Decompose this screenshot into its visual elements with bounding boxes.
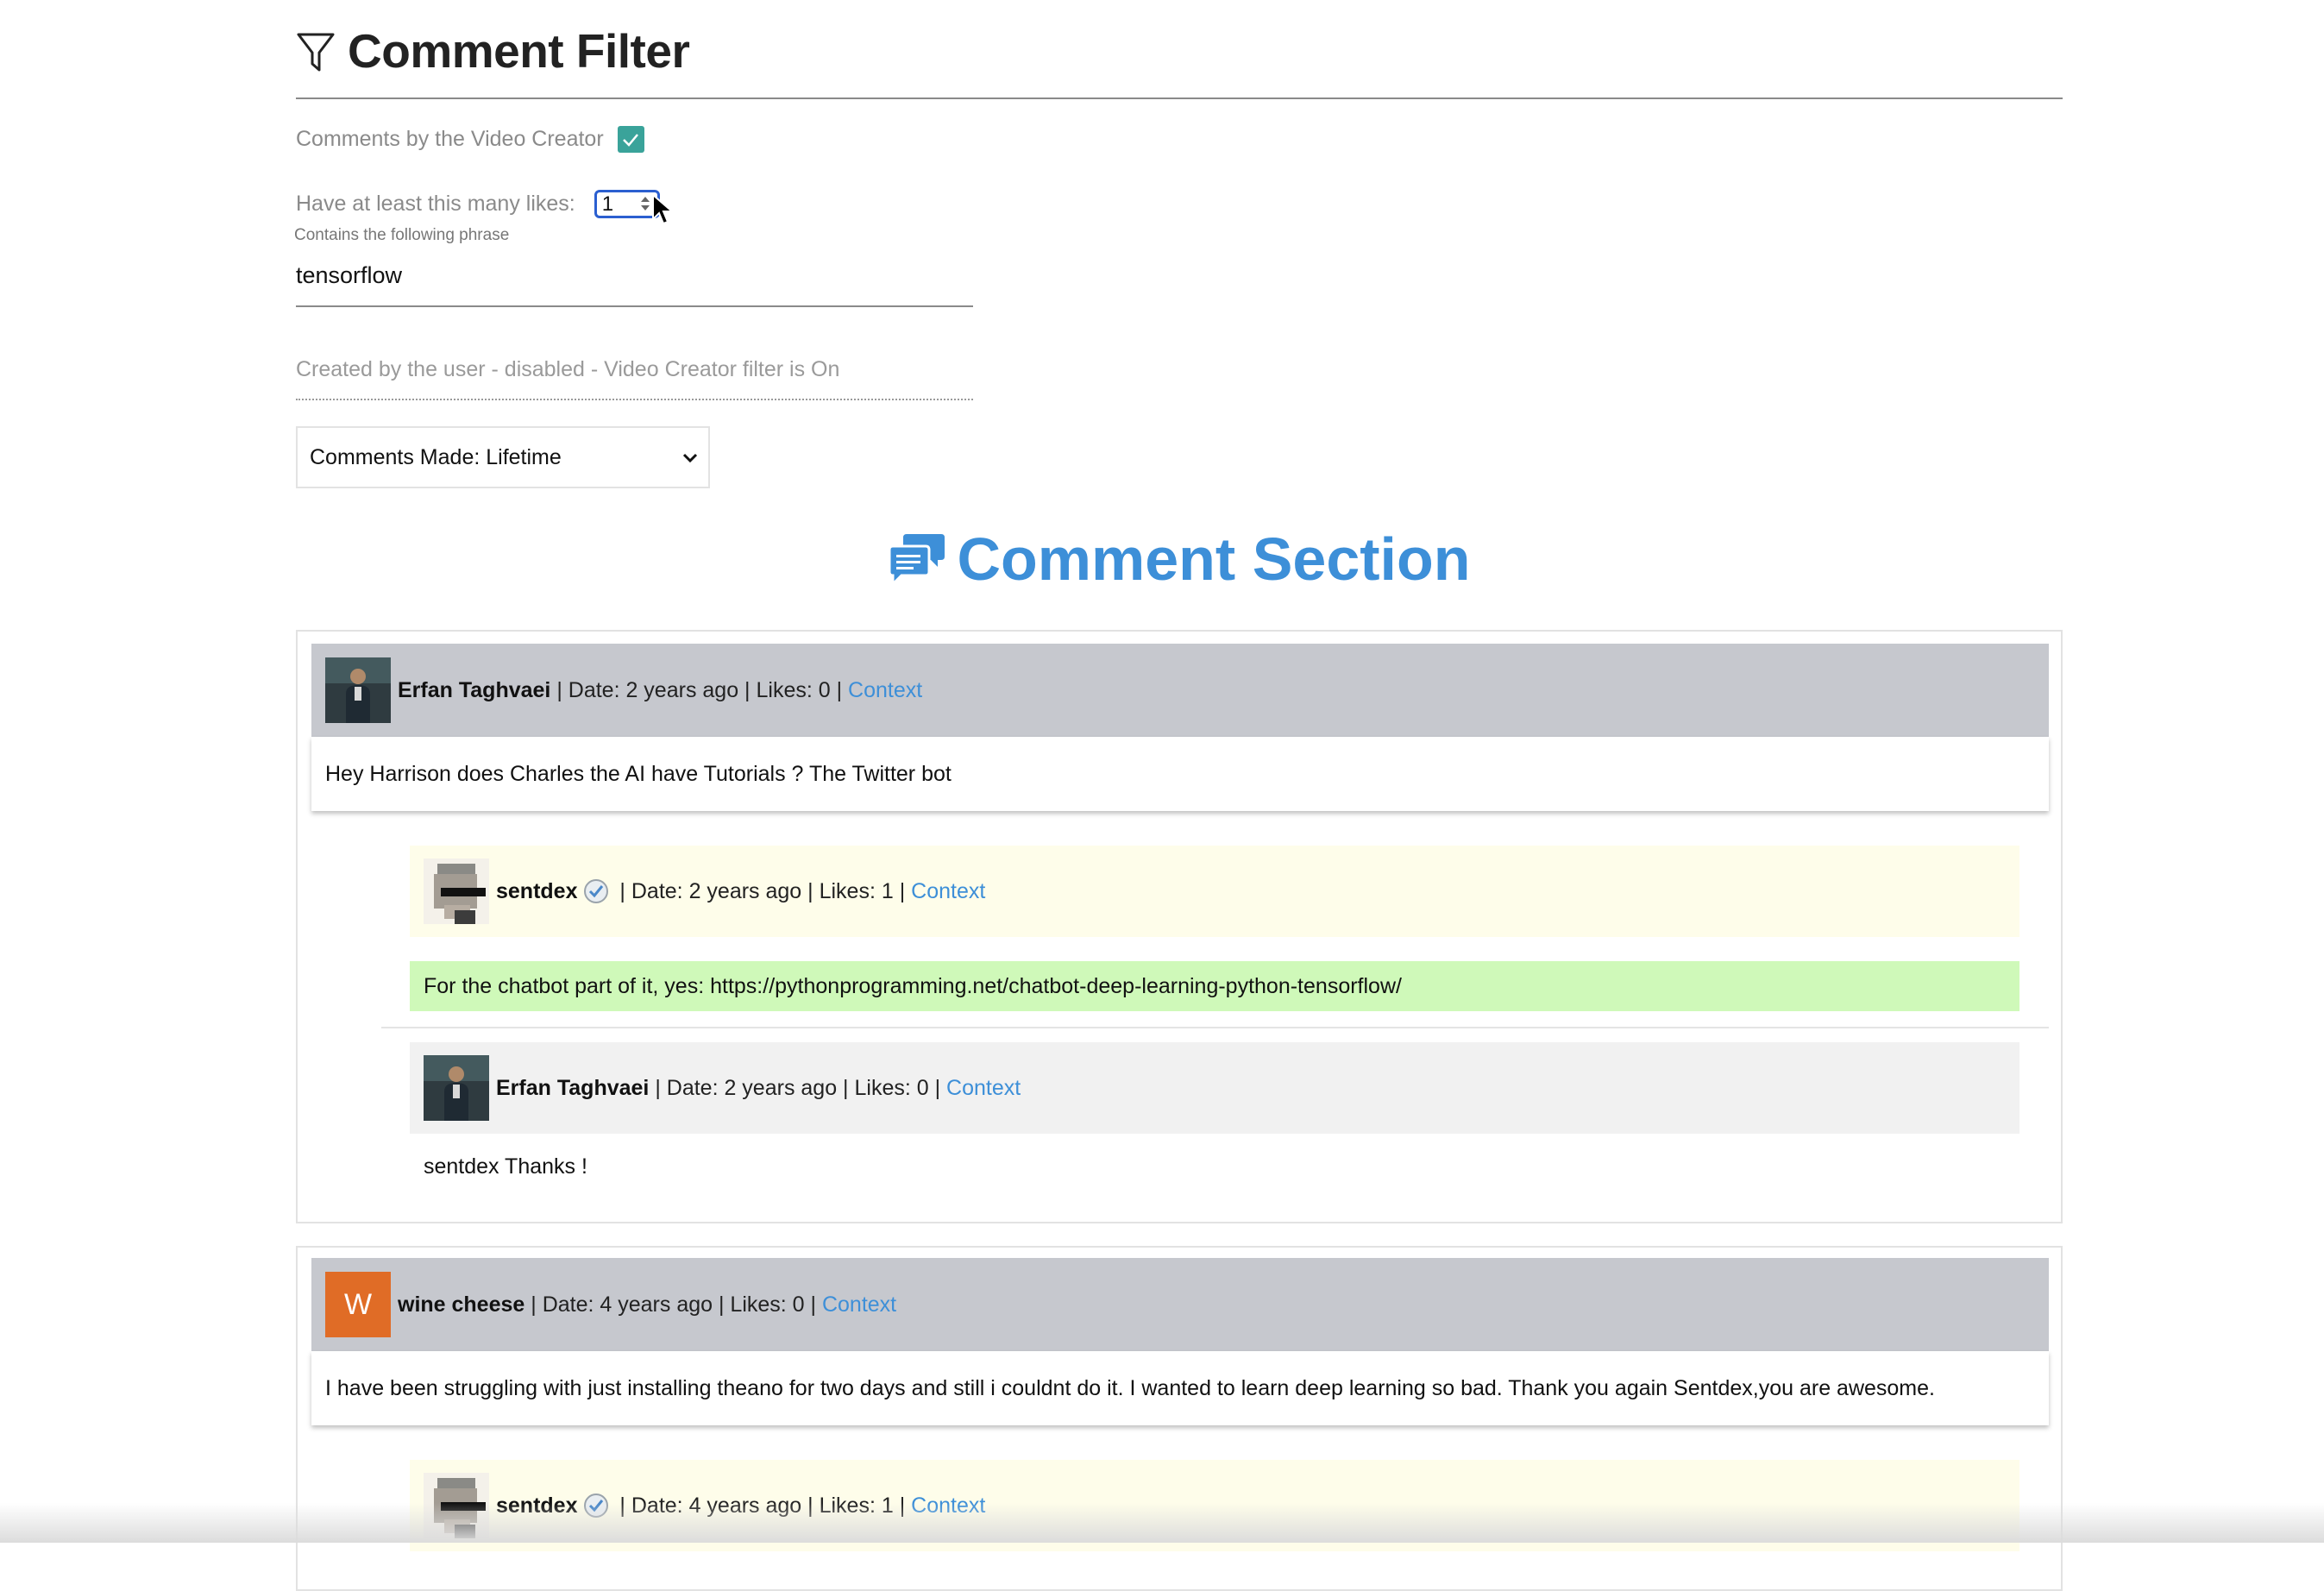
filter-title: Comment Filter (348, 23, 690, 78)
funnel-icon (297, 33, 335, 71)
user-filter-input: Created by the user - disabled - Video C… (296, 349, 973, 400)
period-select[interactable]: Comments Made: Lifetime (296, 426, 710, 488)
comment-header: W wine cheese | Date: 4 years ago | Like… (311, 1258, 2049, 1351)
avatar (325, 657, 391, 723)
chat-bubbles-icon (888, 534, 945, 588)
context-link[interactable]: Context (911, 879, 985, 904)
reply-body-highlighted: For the chatbot part of it, yes: https:/… (410, 961, 2019, 1011)
comment-header: Erfan Taghvaei | Date: 2 years ago | Lik… (311, 644, 2049, 737)
chevron-down-icon (682, 453, 698, 463)
reply-author[interactable]: Erfan Taghvaei (496, 1076, 649, 1101)
avatar: W (325, 1272, 391, 1337)
reply-header-creator: sentdex | Date: 2 years ago | Likes: 1 |… (410, 846, 2019, 937)
filter-header: Comment Filter (296, 0, 2063, 99)
creator-filter-checkbox[interactable] (617, 126, 644, 153)
reply-body: sentdex Thanks ! (410, 1141, 2019, 1192)
stepper-arrows-icon[interactable] (640, 194, 650, 213)
comment-meta: | Date: 4 years ago | Likes: 0 | (524, 1292, 822, 1317)
reply-author[interactable]: sentdex (496, 879, 577, 904)
comment-author[interactable]: wine cheese (398, 1292, 524, 1317)
comment-section-title: Comment Section (957, 525, 1471, 593)
creator-filter-row: Comments by the Video Creator (296, 126, 644, 153)
reply-text: sentdex Thanks ! (424, 1154, 587, 1179)
comment-meta: | Date: 2 years ago | Likes: 0 | (550, 677, 849, 702)
window-bottom-shadow (0, 1503, 2324, 1543)
comment-section-header: Comment Section (296, 525, 2063, 594)
creator-filter-label: Comments by the Video Creator (296, 127, 604, 151)
comment-body: Hey Harrison does Charles the AI have Tu… (311, 737, 2049, 811)
reply-header: Erfan Taghvaei | Date: 2 years ago | Lik… (410, 1042, 2019, 1134)
context-link[interactable]: Context (848, 678, 922, 703)
comment-thread: Erfan Taghvaei | Date: 2 years ago | Lik… (296, 630, 2063, 1223)
comment-body: I have been struggling with just install… (311, 1351, 2049, 1425)
comment-author[interactable]: Erfan Taghvaei (398, 678, 550, 703)
likes-number-input[interactable]: 1 (594, 190, 660, 218)
page: Comment Filter Comments by the Video Cre… (294, 0, 2063, 1591)
phrase-filter-value: tensorflow (296, 262, 403, 288)
reply-divider (381, 1027, 2049, 1028)
reply-meta: | Date: 2 years ago | Likes: 1 | (613, 878, 912, 903)
likes-filter-row: Have at least this many likes: 1 (296, 190, 660, 218)
avatar (424, 1055, 489, 1121)
phrase-filter-caption: Contains the following phrase (294, 226, 510, 244)
likes-value: 1 (601, 192, 614, 216)
reply-text: For the chatbot part of it, yes: https:/… (424, 973, 1402, 998)
phrase-filter-input[interactable]: tensorflow (296, 254, 973, 307)
avatar (424, 858, 489, 924)
period-select-value: Comments Made: Lifetime (310, 444, 562, 469)
context-link[interactable]: Context (822, 1292, 896, 1317)
context-link[interactable]: Context (946, 1076, 1021, 1101)
checkmark-icon (623, 133, 639, 147)
reply-meta: | Date: 2 years ago | Likes: 0 | (649, 1075, 947, 1100)
user-filter-placeholder: Created by the user - disabled - Video C… (296, 357, 840, 381)
comment-text: I have been struggling with just install… (325, 1375, 1935, 1400)
mouse-cursor-icon (652, 193, 674, 225)
verified-check-icon (584, 879, 609, 903)
comment-text: Hey Harrison does Charles the AI have Tu… (325, 761, 952, 786)
likes-filter-label: Have at least this many likes: (296, 192, 575, 216)
